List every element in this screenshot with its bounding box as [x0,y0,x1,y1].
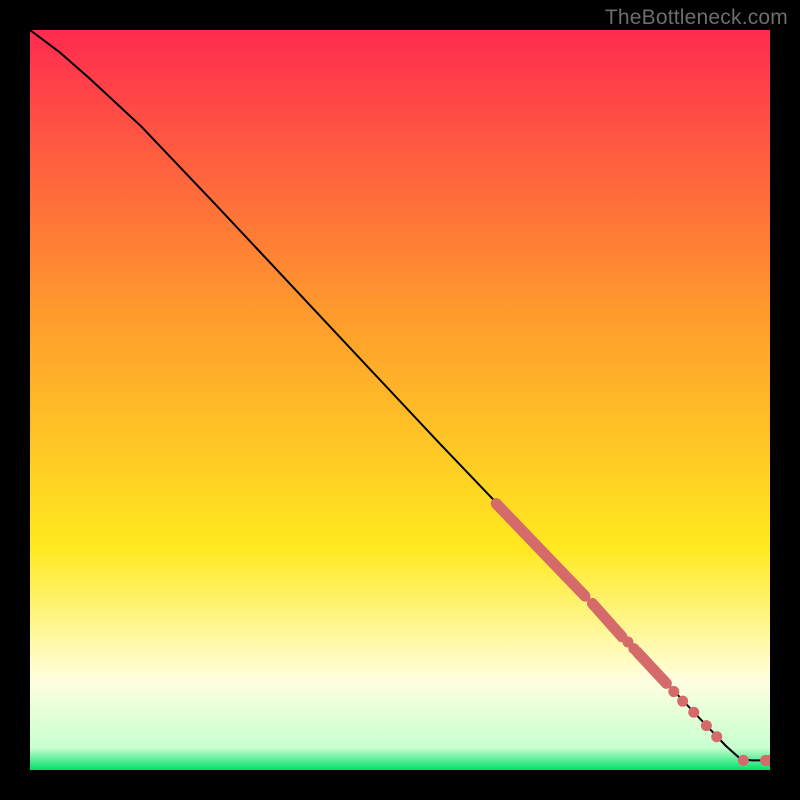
end-dot [738,755,749,766]
highlight-dot [701,720,712,731]
highlight-dot [628,643,639,654]
highlight-dot [688,707,699,718]
highlight-dot [711,731,722,742]
highlight-dot [677,696,688,707]
watermark-text: TheBottleneck.com [605,6,788,30]
highlight-dot [668,686,679,697]
plot-svg [30,30,770,770]
plot-area [30,30,770,770]
chart-stage: TheBottleneck.com [0,0,800,800]
